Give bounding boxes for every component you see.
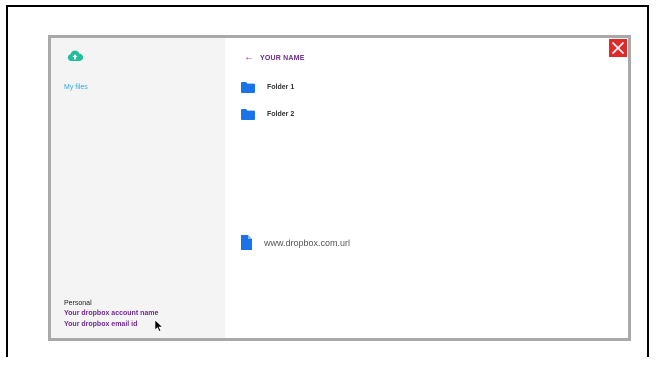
close-icon [612,42,624,54]
account-email[interactable]: Your dropbox email id [64,321,158,328]
sidebar-item-my-files[interactable]: My files [64,84,88,91]
folder-label: Folder 1 [267,84,295,91]
folder-item[interactable]: Folder 1 [241,82,294,93]
file-label: www.dropbox.com.url [264,237,351,248]
folder-icon [241,109,255,120]
account-name[interactable]: Your dropbox account name [64,310,158,317]
folder-icon [241,82,255,93]
page-title: YOUR NAME [260,54,305,62]
file-item[interactable]: www.dropbox.com.url [241,235,350,250]
mouse-pointer-icon [155,320,164,332]
folder-item[interactable]: Folder 2 [241,109,294,120]
file-icon [241,235,252,250]
folder-label: Folder 2 [267,111,295,118]
account-type-label: Personal [64,300,92,307]
screen-frame: My files Personal Your dropbox account n… [6,5,649,357]
main-panel: ← YOUR NAME Folder 1 Folder 2 www.dropbo… [225,38,628,338]
account-section: Personal Your dropbox account name Your … [64,300,158,332]
breadcrumb: ← YOUR NAME [244,53,305,63]
back-arrow-icon[interactable]: ← [244,53,254,63]
cloud-upload-icon[interactable] [67,50,83,62]
sidebar: My files Personal Your dropbox account n… [51,38,225,338]
app-window: My files Personal Your dropbox account n… [48,35,631,341]
close-button[interactable] [609,39,627,57]
